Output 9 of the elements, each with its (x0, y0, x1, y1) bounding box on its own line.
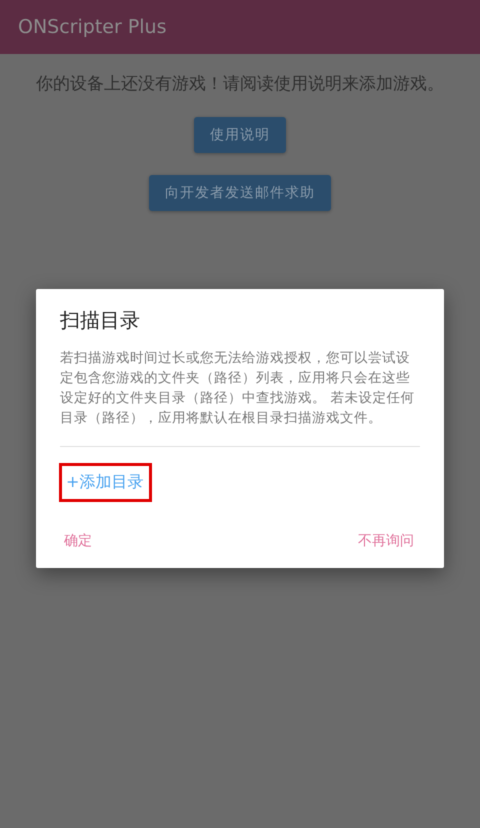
empty-message: 你的设备上还没有游戏！请阅读使用说明来添加游戏。 (36, 73, 444, 95)
dialog-title: 扫描目录 (60, 307, 141, 334)
dialog-message: 若扫描游戏时间过长或您无法给游戏授权，您可以尝试设定包含您游戏的文件夹（路径）列表，应用将只会在这些设定好的文件夹目录（路径）中查找游戏。 若未设定任何目录（路径），应用将默认在根目录扫描游戏文件。 (60, 349, 416, 428)
dialog-button[interactable]: 确定 (58, 528, 98, 554)
action-button[interactable]: 向开发者发送邮件求助 (149, 175, 331, 211)
dialog-button[interactable]: 不再询问 (352, 528, 420, 554)
app-title: ONScripter Plus (18, 16, 166, 38)
add-directory-button[interactable]: +添加目录 (59, 463, 152, 502)
action-button[interactable]: 使用说明 (194, 117, 286, 153)
